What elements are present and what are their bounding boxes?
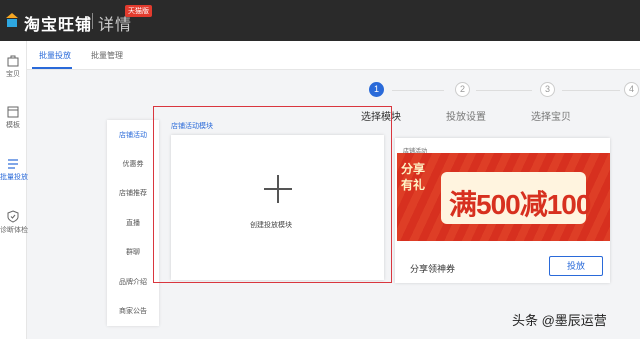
banner-gift-text: 有礼 [401, 178, 426, 192]
tab-batch-manage[interactable]: 批量管理 [91, 50, 123, 61]
sidebar-item-items[interactable]: 宝贝 [0, 54, 26, 79]
tab-bar: 批量投放 批量管理 [27, 41, 640, 70]
step-3-circle: 3 [540, 82, 555, 97]
header-divider [92, 13, 93, 29]
step-4-circle: 4 [624, 82, 639, 97]
left-sidebar: 宝贝 模板 批量投放 诊断体检 [0, 41, 28, 339]
step-connector [476, 90, 532, 91]
edition-badge: 天猫版 [125, 5, 152, 17]
folder-icon [7, 106, 19, 118]
category-store-recommend[interactable]: 店铺推荐 [107, 188, 159, 198]
coupon-name: 分享领神券 [410, 264, 456, 274]
shop-logo-icon [6, 13, 18, 27]
sidebar-item-label: 批量投放 [0, 174, 28, 181]
sidebar-item-label: 宝贝 [6, 71, 20, 78]
launch-button[interactable]: 投放 [549, 256, 603, 276]
category-coupon[interactable]: 优惠券 [107, 159, 159, 169]
active-tab-indicator [32, 67, 72, 69]
step-connector [392, 90, 444, 91]
category-merchant-notice[interactable]: 商家公告 [107, 306, 159, 316]
step-2-circle: 2 [455, 82, 470, 97]
tab-batch-launch[interactable]: 批量投放 [39, 50, 71, 61]
sidebar-item-templates[interactable]: 模板 [0, 106, 26, 130]
step-1-circle: 1 [369, 82, 384, 97]
bag-icon [7, 55, 19, 67]
sidebar-item-label: 模板 [6, 122, 20, 129]
sidebar-item-diagnosis[interactable]: 诊断体检 [0, 210, 28, 235]
sidebar-item-label: 诊断体检 [0, 227, 28, 234]
category-group-chat[interactable]: 群聊 [107, 247, 159, 257]
banner-share-text: 分享 [401, 162, 426, 176]
category-brand-intro[interactable]: 品牌介绍 [107, 277, 159, 287]
list-icon [8, 159, 18, 169]
step-2-label: 投放设置 [446, 112, 486, 123]
highlight-box [153, 106, 392, 283]
watermark: 头条 @墨辰运营 [512, 313, 607, 328]
sidebar-item-batch-launch[interactable]: 批量投放 [0, 158, 28, 182]
coupon-amount: 满500减100 [449, 189, 591, 220]
category-store-activity[interactable]: 店铺活动 [107, 130, 159, 140]
step-connector [562, 90, 620, 91]
category-live[interactable]: 直播 [107, 218, 159, 228]
step-3-label: 选择宝贝 [531, 112, 571, 123]
category-panel: 店铺活动 优惠券 店铺推荐 直播 群聊 品牌介绍 商家公告 [107, 120, 159, 326]
brand-name: 淘宝旺铺 [24, 17, 93, 34]
top-bar: 淘宝旺铺 详情 天猫版 [0, 0, 640, 41]
shield-icon [7, 210, 19, 223]
